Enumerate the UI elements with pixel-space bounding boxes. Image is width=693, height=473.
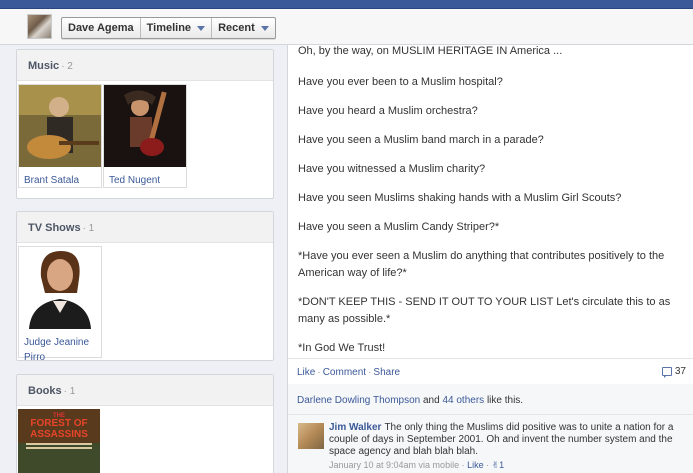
profile-name-button[interactable]: Dave Agema bbox=[62, 18, 141, 38]
music-box: Music · 2 Brant Satala Ted Nugent bbox=[16, 49, 274, 199]
speech-bubble-icon bbox=[661, 367, 672, 378]
post-paragraph: Have you seen a Muslim Candy Striper?* bbox=[298, 221, 500, 233]
books-header[interactable]: Books · 1 bbox=[17, 375, 273, 406]
profile-avatar[interactable] bbox=[27, 14, 52, 39]
post-paragraph: *In God We Trust! bbox=[298, 342, 386, 354]
likes-others-link[interactable]: 44 others bbox=[442, 395, 484, 406]
thumbs-up-icon: ✌︎ bbox=[491, 460, 500, 470]
post-paragraph: Have you seen a Muslim band march in a p… bbox=[298, 134, 544, 146]
music-item-label: Brant Satala bbox=[24, 175, 80, 186]
music-title: Music bbox=[28, 60, 60, 72]
comment-meta: January 10 at 9:04am via mobile · Like ·… bbox=[329, 460, 505, 470]
comment-body: Jim Walker The only thing the Muslims did… bbox=[329, 422, 687, 471]
tv-shows-header[interactable]: TV Shows · 1 bbox=[17, 212, 273, 243]
tv-item-label-line2: Pirro bbox=[24, 352, 46, 363]
tv-shows-title: TV Shows bbox=[28, 222, 81, 234]
music-item-label: Ted Nugent bbox=[109, 175, 161, 186]
tv-shows-count: · 1 bbox=[82, 223, 95, 234]
recent-dropdown-button[interactable]: Recent bbox=[212, 18, 275, 38]
recent-label: Recent bbox=[218, 22, 255, 34]
comment-like-link[interactable]: Like bbox=[467, 460, 484, 470]
comment-author-link[interactable]: Jim Walker bbox=[329, 422, 381, 433]
books-box: Books · 1 THE FOREST OF ASSASSINS bbox=[16, 374, 274, 473]
post-paragraph: *DON'T KEEP THIS - SEND IT OUT TO YOUR L… bbox=[298, 296, 671, 325]
timeline-label: Timeline bbox=[146, 22, 192, 34]
post-paragraph: *Have you ever seen a Muslim do anything… bbox=[298, 250, 665, 279]
chevron-down-icon bbox=[260, 25, 269, 31]
timeline-dropdown-button[interactable]: Timeline bbox=[141, 18, 213, 38]
comment-timestamp[interactable]: January 10 at 9:04am via mobile bbox=[329, 460, 459, 470]
like-link[interactable]: Like bbox=[297, 367, 315, 378]
timeline-nav-bar: Dave Agema Timeline Recent bbox=[0, 9, 693, 45]
comment-like-count[interactable]: 1 bbox=[499, 460, 504, 470]
music-header[interactable]: Music · 2 bbox=[17, 50, 273, 81]
commenter-avatar[interactable] bbox=[298, 423, 324, 449]
book-cover-line3: ASSASSINS bbox=[30, 429, 88, 440]
books-count: · 1 bbox=[63, 386, 76, 397]
post-paragraph: Have you witnessed a Muslim charity? bbox=[298, 163, 486, 175]
tv-item-judge-jeanine-pirro[interactable]: Judge Jeanine Pirro bbox=[18, 246, 102, 363]
share-link[interactable]: Share bbox=[373, 367, 400, 378]
tv-item-label-line1: Judge Jeanine bbox=[24, 337, 90, 348]
comment-link[interactable]: Comment bbox=[323, 367, 366, 378]
ted-nugent-photo bbox=[104, 85, 186, 167]
comment: Jim Walker The only thing the Muslims did… bbox=[288, 414, 693, 473]
liker-name-link[interactable]: Darlene Dowling Thompson bbox=[297, 395, 420, 406]
book-cover-line2: FOREST OF bbox=[30, 418, 87, 429]
profile-name-label: Dave Agema bbox=[68, 22, 134, 34]
timeline-button-group: Dave Agema Timeline Recent bbox=[61, 17, 276, 39]
books-title: Books bbox=[28, 385, 62, 397]
post-paragraph: Oh, by the way, on MUSLIM HERITAGE IN Am… bbox=[298, 45, 563, 57]
book-cover-image: THE FOREST OF ASSASSINS bbox=[18, 409, 100, 473]
book-item-forest-of-assassins[interactable]: THE FOREST OF ASSASSINS bbox=[18, 409, 102, 473]
likes-summary: Darlene Dowling Thompson and 44 others l… bbox=[288, 383, 693, 414]
chevron-down-icon bbox=[197, 25, 206, 31]
share-count[interactable]: 37 bbox=[661, 366, 686, 378]
likes-and: and bbox=[423, 395, 440, 406]
brant-satala-photo bbox=[19, 85, 101, 167]
post-text: Oh, by the way, on MUSLIM HERITAGE IN Am… bbox=[288, 45, 693, 357]
post-actions: Like · Comment · Share 37 bbox=[288, 358, 693, 383]
likes-suffix: like this. bbox=[486, 395, 524, 406]
music-item-ted-nugent[interactable]: Ted Nugent bbox=[103, 84, 187, 188]
music-item-brant-satala[interactable]: Brant Satala bbox=[18, 84, 102, 188]
timeline-post: Oh, by the way, on MUSLIM HERITAGE IN Am… bbox=[287, 45, 693, 473]
tv-shows-box: TV Shows · 1 Judge Jeanine Pirro bbox=[16, 211, 274, 363]
post-paragraph: Have you heard a Muslim orchestra? bbox=[298, 105, 478, 117]
post-paragraph: Have you seen Muslims shaking hands with… bbox=[298, 192, 622, 204]
tv-item-label: Judge Jeanine Pirro bbox=[19, 332, 101, 368]
facebook-top-bar bbox=[0, 0, 693, 9]
share-count-value: 37 bbox=[674, 366, 686, 377]
music-count: · 2 bbox=[61, 61, 73, 72]
judge-jeanine-pirro-photo bbox=[19, 247, 101, 329]
post-paragraph: Have you ever been to a Muslim hospital? bbox=[298, 76, 503, 88]
